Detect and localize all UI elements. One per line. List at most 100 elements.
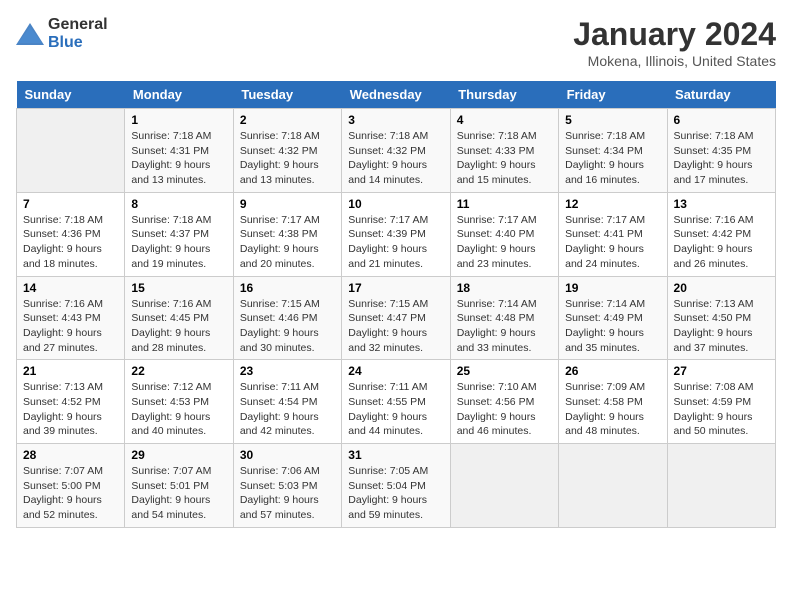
day-number: 14 [23,281,118,295]
calendar-cell: 28 Sunrise: 7:07 AMSunset: 5:00 PMDayligh… [17,444,125,528]
calendar-body: 1 Sunrise: 7:18 AMSunset: 4:31 PMDaylight… [17,109,776,528]
day-of-week-sunday: Sunday [17,81,125,109]
day-info: Sunrise: 7:16 AMSunset: 4:43 PMDaylight:… [23,297,118,356]
calendar-cell: 12 Sunrise: 7:17 AMSunset: 4:41 PMDayligh… [559,192,667,276]
page-title: January 2024 [573,16,776,53]
day-info: Sunrise: 7:18 AMSunset: 4:33 PMDaylight:… [457,129,552,188]
calendar-cell: 15Sunrise: 7:16 AMSunset: 4:45 PMDayligh… [125,276,233,360]
logo-blue: Blue [48,34,83,51]
day-number: 3 [348,113,443,127]
calendar-cell: 17 Sunrise: 7:15 AMSunset: 4:47 PMDayligh… [342,276,450,360]
day-number: 22 [131,364,226,378]
day-info: Sunrise: 7:18 AMSunset: 4:37 PMDaylight:… [131,213,226,272]
day-info: Sunrise: 7:17 AMSunset: 4:41 PMDaylight:… [565,213,660,272]
day-of-week-monday: Monday [125,81,233,109]
calendar-cell: 9 Sunrise: 7:17 AMSunset: 4:38 PMDaylight… [233,192,341,276]
page-subtitle: Mokena, Illinois, United States [573,53,776,69]
day-of-week-thursday: Thursday [450,81,558,109]
calendar-cell: 10 Sunrise: 7:17 AMSunset: 4:39 PMDayligh… [342,192,450,276]
calendar-cell [450,444,558,528]
calendar-week-3: 14 Sunrise: 7:16 AMSunset: 4:43 PMDayligh… [17,276,776,360]
day-info: Sunrise: 7:06 AMSunset: 5:03 PMDaylight:… [240,464,335,523]
day-info: Sunrise: 7:10 AMSunset: 4:56 PMDaylight:… [457,380,552,439]
calendar-cell: 26Sunrise: 7:09 AMSunset: 4:58 PMDayligh… [559,360,667,444]
calendar-cell: 11 Sunrise: 7:17 AMSunset: 4:40 PMDayligh… [450,192,558,276]
calendar-cell: 23 Sunrise: 7:11 AMSunset: 4:54 PMDayligh… [233,360,341,444]
calendar-week-2: 7Sunrise: 7:18 AMSunset: 4:36 PMDaylight… [17,192,776,276]
day-of-week-tuesday: Tuesday [233,81,341,109]
day-of-week-wednesday: Wednesday [342,81,450,109]
day-number: 20 [674,281,769,295]
calendar-cell: 18Sunrise: 7:14 AMSunset: 4:48 PMDayligh… [450,276,558,360]
title-area: January 2024 Mokena, Illinois, United St… [573,16,776,69]
calendar-cell: 20 Sunrise: 7:13 AMSunset: 4:50 PMDayligh… [667,276,775,360]
day-number: 29 [131,448,226,462]
calendar-week-4: 21 Sunrise: 7:13 AMSunset: 4:52 PMDayligh… [17,360,776,444]
calendar-cell: 4Sunrise: 7:18 AMSunset: 4:33 PMDaylight… [450,109,558,193]
day-info: Sunrise: 7:13 AMSunset: 4:50 PMDaylight:… [674,297,769,356]
day-number: 7 [23,197,118,211]
day-number: 6 [674,113,769,127]
day-number: 16 [240,281,335,295]
day-number: 18 [457,281,552,295]
day-header-row: SundayMondayTuesdayWednesdayThursdayFrid… [17,81,776,109]
day-info: Sunrise: 7:07 AMSunset: 5:01 PMDaylight:… [131,464,226,523]
logo-icon [16,23,44,45]
calendar-cell: 13Sunrise: 7:16 AMSunset: 4:42 PMDayligh… [667,192,775,276]
day-number: 9 [240,197,335,211]
day-number: 8 [131,197,226,211]
day-number: 21 [23,364,118,378]
calendar-cell: 3 Sunrise: 7:18 AMSunset: 4:32 PMDaylight… [342,109,450,193]
day-number: 17 [348,281,443,295]
day-number: 30 [240,448,335,462]
day-info: Sunrise: 7:13 AMSunset: 4:52 PMDaylight:… [23,380,118,439]
day-info: Sunrise: 7:17 AMSunset: 4:40 PMDaylight:… [457,213,552,272]
day-number: 12 [565,197,660,211]
calendar-cell: 25 Sunrise: 7:10 AMSunset: 4:56 PMDayligh… [450,360,558,444]
day-number: 31 [348,448,443,462]
calendar-week-1: 1 Sunrise: 7:18 AMSunset: 4:31 PMDaylight… [17,109,776,193]
day-number: 2 [240,113,335,127]
day-info: Sunrise: 7:08 AMSunset: 4:59 PMDaylight:… [674,380,769,439]
calendar-cell: 24Sunrise: 7:11 AMSunset: 4:55 PMDayligh… [342,360,450,444]
day-info: Sunrise: 7:17 AMSunset: 4:38 PMDaylight:… [240,213,335,272]
day-number: 26 [565,364,660,378]
day-info: Sunrise: 7:17 AMSunset: 4:39 PMDaylight:… [348,213,443,272]
calendar-cell: 8 Sunrise: 7:18 AMSunset: 4:37 PMDaylight… [125,192,233,276]
day-info: Sunrise: 7:15 AMSunset: 4:47 PMDaylight:… [348,297,443,356]
day-of-week-friday: Friday [559,81,667,109]
page-header: General Blue January 2024 Mokena, Illino… [16,16,776,69]
day-number: 11 [457,197,552,211]
day-info: Sunrise: 7:18 AMSunset: 4:35 PMDaylight:… [674,129,769,188]
calendar-cell [17,109,125,193]
calendar-cell: 16 Sunrise: 7:15 AMSunset: 4:46 PMDayligh… [233,276,341,360]
calendar-cell: 14 Sunrise: 7:16 AMSunset: 4:43 PMDayligh… [17,276,125,360]
calendar-cell: 6 Sunrise: 7:18 AMSunset: 4:35 PMDaylight… [667,109,775,193]
calendar-cell [559,444,667,528]
day-info: Sunrise: 7:18 AMSunset: 4:34 PMDaylight:… [565,129,660,188]
calendar-cell: 21 Sunrise: 7:13 AMSunset: 4:52 PMDayligh… [17,360,125,444]
day-info: Sunrise: 7:16 AMSunset: 4:45 PMDaylight:… [131,297,226,356]
calendar-header: SundayMondayTuesdayWednesdayThursdayFrid… [17,81,776,109]
day-number: 28 [23,448,118,462]
day-of-week-saturday: Saturday [667,81,775,109]
calendar-cell: 31Sunrise: 7:05 AMSunset: 5:04 PMDayligh… [342,444,450,528]
day-number: 23 [240,364,335,378]
logo-general: General [48,16,108,33]
day-info: Sunrise: 7:11 AMSunset: 4:54 PMDaylight:… [240,380,335,439]
day-number: 10 [348,197,443,211]
day-number: 25 [457,364,552,378]
day-info: Sunrise: 7:14 AMSunset: 4:49 PMDaylight:… [565,297,660,356]
day-info: Sunrise: 7:12 AMSunset: 4:53 PMDaylight:… [131,380,226,439]
day-info: Sunrise: 7:07 AMSunset: 5:00 PMDaylight:… [23,464,118,523]
logo: General Blue [16,16,108,52]
day-info: Sunrise: 7:18 AMSunset: 4:32 PMDaylight:… [348,129,443,188]
day-number: 1 [131,113,226,127]
day-info: Sunrise: 7:15 AMSunset: 4:46 PMDaylight:… [240,297,335,356]
calendar-cell: 7Sunrise: 7:18 AMSunset: 4:36 PMDaylight… [17,192,125,276]
day-number: 24 [348,364,443,378]
day-info: Sunrise: 7:18 AMSunset: 4:31 PMDaylight:… [131,129,226,188]
calendar-cell: 22 Sunrise: 7:12 AMSunset: 4:53 PMDayligh… [125,360,233,444]
calendar-table: SundayMondayTuesdayWednesdayThursdayFrid… [16,81,776,528]
calendar-cell: 30 Sunrise: 7:06 AMSunset: 5:03 PMDayligh… [233,444,341,528]
